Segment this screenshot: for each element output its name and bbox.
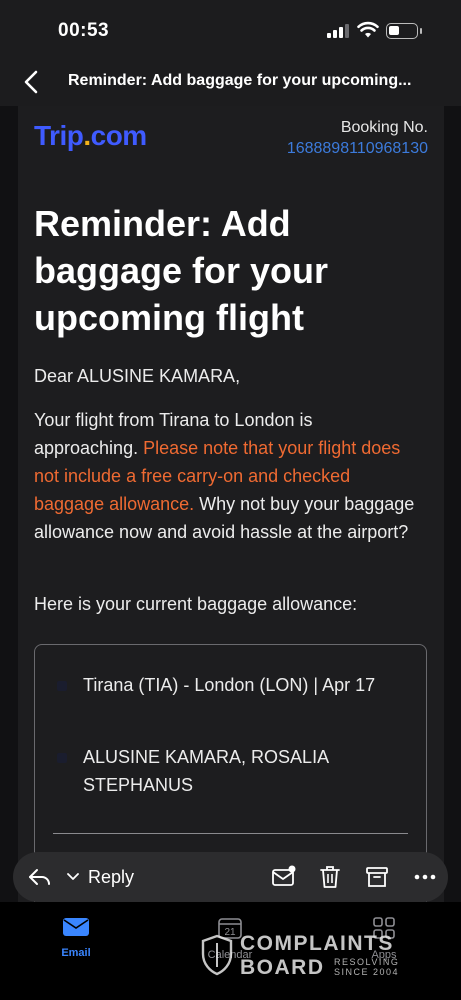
chevron-down-icon[interactable] (67, 872, 79, 882)
cellular-signal-icon (327, 24, 349, 38)
booking-info: Booking No. 1688898110968130 (287, 118, 428, 160)
more-icon[interactable] (412, 864, 438, 890)
watermark-subtitle: RESOLVING SINCE 2004 (334, 957, 399, 977)
complaintsboard-watermark: COMPLAINTS BOARD RESOLVING SINCE 2004 (200, 930, 440, 980)
reply-arrow-icon[interactable] (27, 867, 53, 887)
battery-icon (386, 23, 422, 39)
envelope-unread-icon[interactable] (271, 864, 297, 890)
flight-route: Tirana (TIA) - London (LON) | Apr 17 (83, 675, 376, 695)
booking-label: Booking No. (340, 119, 428, 136)
watermark-line1: COMPLAINTS (240, 932, 394, 955)
tab-email-label: Email (61, 947, 91, 959)
email-header: Trip.com Booking No. 1688898110968130 (34, 118, 428, 164)
message-paragraph: Your flight from Tirana to London is app… (34, 406, 419, 546)
email-body[interactable]: Trip.com Booking No. 1688898110968130 Re… (18, 106, 444, 906)
card-divider (53, 833, 408, 834)
status-time: 00:53 (58, 20, 110, 41)
trip-com-logo[interactable]: Trip.com (34, 120, 147, 152)
greeting-text: Dear ALUSINE KAMARA, (34, 366, 241, 386)
tab-email[interactable]: Email (36, 916, 116, 959)
status-bar: 00:53 (0, 0, 461, 58)
logo-text-dot: . (83, 120, 91, 151)
logo-text-main: Trip (34, 120, 84, 151)
nav-bar: Reminder: Add baggage for your upcoming.… (0, 58, 461, 106)
email-subject-title: Reminder: Add baggage for your upcoming.… (68, 72, 412, 89)
trash-icon[interactable] (317, 864, 343, 890)
shield-logo-icon (201, 934, 233, 976)
archive-icon[interactable] (364, 864, 390, 890)
watermark-sub1: RESOLVING (334, 957, 400, 967)
reply-button[interactable]: Reply (88, 867, 134, 888)
watermark-line2: BOARD (240, 956, 325, 979)
flight-bullet-icon (57, 681, 67, 691)
booking-number-link[interactable]: 1688898110968130 (287, 138, 428, 160)
email-headline: Reminder: Add baggage for your upcoming … (34, 203, 329, 338)
allowance-intro: Here is your current baggage allowance: (34, 594, 358, 614)
logo-text-tld: com (90, 120, 148, 151)
watermark-sub2: SINCE 2004 (334, 967, 400, 977)
back-chevron-icon[interactable] (20, 68, 44, 96)
passenger-names: ALUSINE KAMARA, ROSALIA STEPHANUS (83, 747, 329, 795)
wifi-icon (357, 21, 379, 38)
envelope-icon (63, 918, 89, 936)
passenger-bullet-icon (57, 753, 67, 763)
reply-toolbar: Reply (13, 852, 448, 902)
